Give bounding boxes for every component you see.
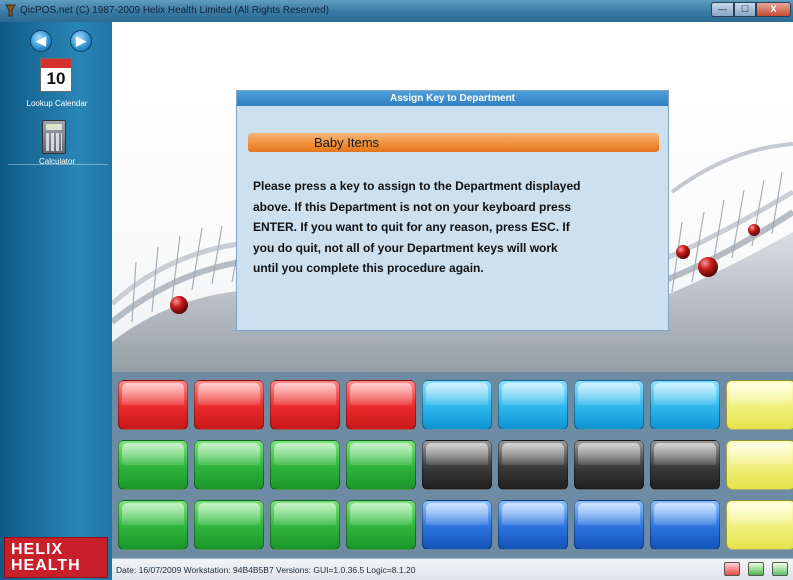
department-keys-grid	[112, 372, 793, 558]
calculator-screen	[46, 124, 62, 130]
red-sphere	[698, 257, 718, 277]
pos-window: QicPOS.net (C) 1987-2009 Helix Health Li…	[0, 0, 793, 580]
key-r2-c6[interactable]	[574, 500, 644, 550]
key-r0-c6[interactable]	[574, 380, 644, 430]
red-sphere	[676, 245, 690, 259]
sidebar: ◀ ▶ 10 Lookup Calendar Calculator HELIX …	[0, 22, 112, 580]
key-r0-c5[interactable]	[498, 380, 568, 430]
key-r2-c0[interactable]	[118, 500, 188, 550]
logo-line-1: HELIX	[11, 541, 64, 558]
red-sphere	[748, 224, 760, 236]
key-r0-c3[interactable]	[346, 380, 416, 430]
key-r0-c8[interactable]	[726, 380, 793, 430]
maximize-button[interactable]: ☐	[734, 2, 756, 17]
dialog-title: Assign Key to Department	[237, 91, 668, 106]
key-r2-c4[interactable]	[422, 500, 492, 550]
network-status-icon[interactable]	[724, 562, 740, 576]
calculator-icon	[42, 120, 66, 154]
calendar-day: 10	[46, 69, 66, 88]
key-r1-c6[interactable]	[574, 440, 644, 490]
key-r1-c4[interactable]	[422, 440, 492, 490]
key-r2-c7[interactable]	[650, 500, 720, 550]
key-r1-c1[interactable]	[194, 440, 264, 490]
status-bar: Date: 16/07/2009 Workstation: 94B4B5B7 V…	[112, 558, 793, 580]
card-reader-icon[interactable]	[748, 562, 764, 576]
calculator-keys	[46, 133, 62, 151]
key-r0-c1[interactable]	[194, 380, 264, 430]
key-r1-c2[interactable]	[270, 440, 340, 490]
department-name-bar: Baby Items	[248, 133, 659, 152]
keyboard-status-icon[interactable]	[772, 562, 788, 576]
key-r2-c2[interactable]	[270, 500, 340, 550]
red-sphere	[170, 296, 188, 314]
key-r2-c1[interactable]	[194, 500, 264, 550]
title-bar: QicPOS.net (C) 1987-2009 Helix Health Li…	[0, 0, 793, 22]
dialog-instructions: Please press a key to assign to the Depa…	[253, 179, 581, 276]
calendar-icon: 10	[40, 58, 72, 92]
key-r0-c2[interactable]	[270, 380, 340, 430]
close-button[interactable]: X	[756, 2, 791, 17]
key-r2-c3[interactable]	[346, 500, 416, 550]
app-icon	[5, 4, 16, 17]
key-r0-c0[interactable]	[118, 380, 188, 430]
helix-health-logo: HELIX HEALTH	[4, 537, 108, 578]
status-text: Date: 16/07/2009 Workstation: 94B4B5B7 V…	[116, 565, 416, 575]
calculator-button[interactable]: Calculator	[4, 120, 110, 182]
back-button[interactable]: ◀	[30, 30, 52, 52]
key-r1-c8[interactable]	[726, 440, 793, 490]
calendar-header	[41, 59, 71, 68]
key-r2-c8[interactable]	[726, 500, 793, 550]
sidebar-divider	[8, 164, 108, 165]
key-r1-c5[interactable]	[498, 440, 568, 490]
key-r1-c0[interactable]	[118, 440, 188, 490]
key-r1-c7[interactable]	[650, 440, 720, 490]
logo-line-2: HEALTH	[11, 557, 81, 574]
key-r0-c7[interactable]	[650, 380, 720, 430]
key-r0-c4[interactable]	[422, 380, 492, 430]
minimize-button[interactable]: —	[711, 2, 734, 17]
key-r2-c5[interactable]	[498, 500, 568, 550]
lookup-calendar-label: Lookup Calendar	[26, 99, 88, 108]
window-title: QicPOS.net (C) 1987-2009 Helix Health Li…	[20, 5, 330, 16]
forward-button[interactable]: ▶	[70, 30, 92, 52]
key-r1-c3[interactable]	[346, 440, 416, 490]
assign-key-dialog: Assign Key to Department Baby Items Plea…	[236, 90, 669, 331]
